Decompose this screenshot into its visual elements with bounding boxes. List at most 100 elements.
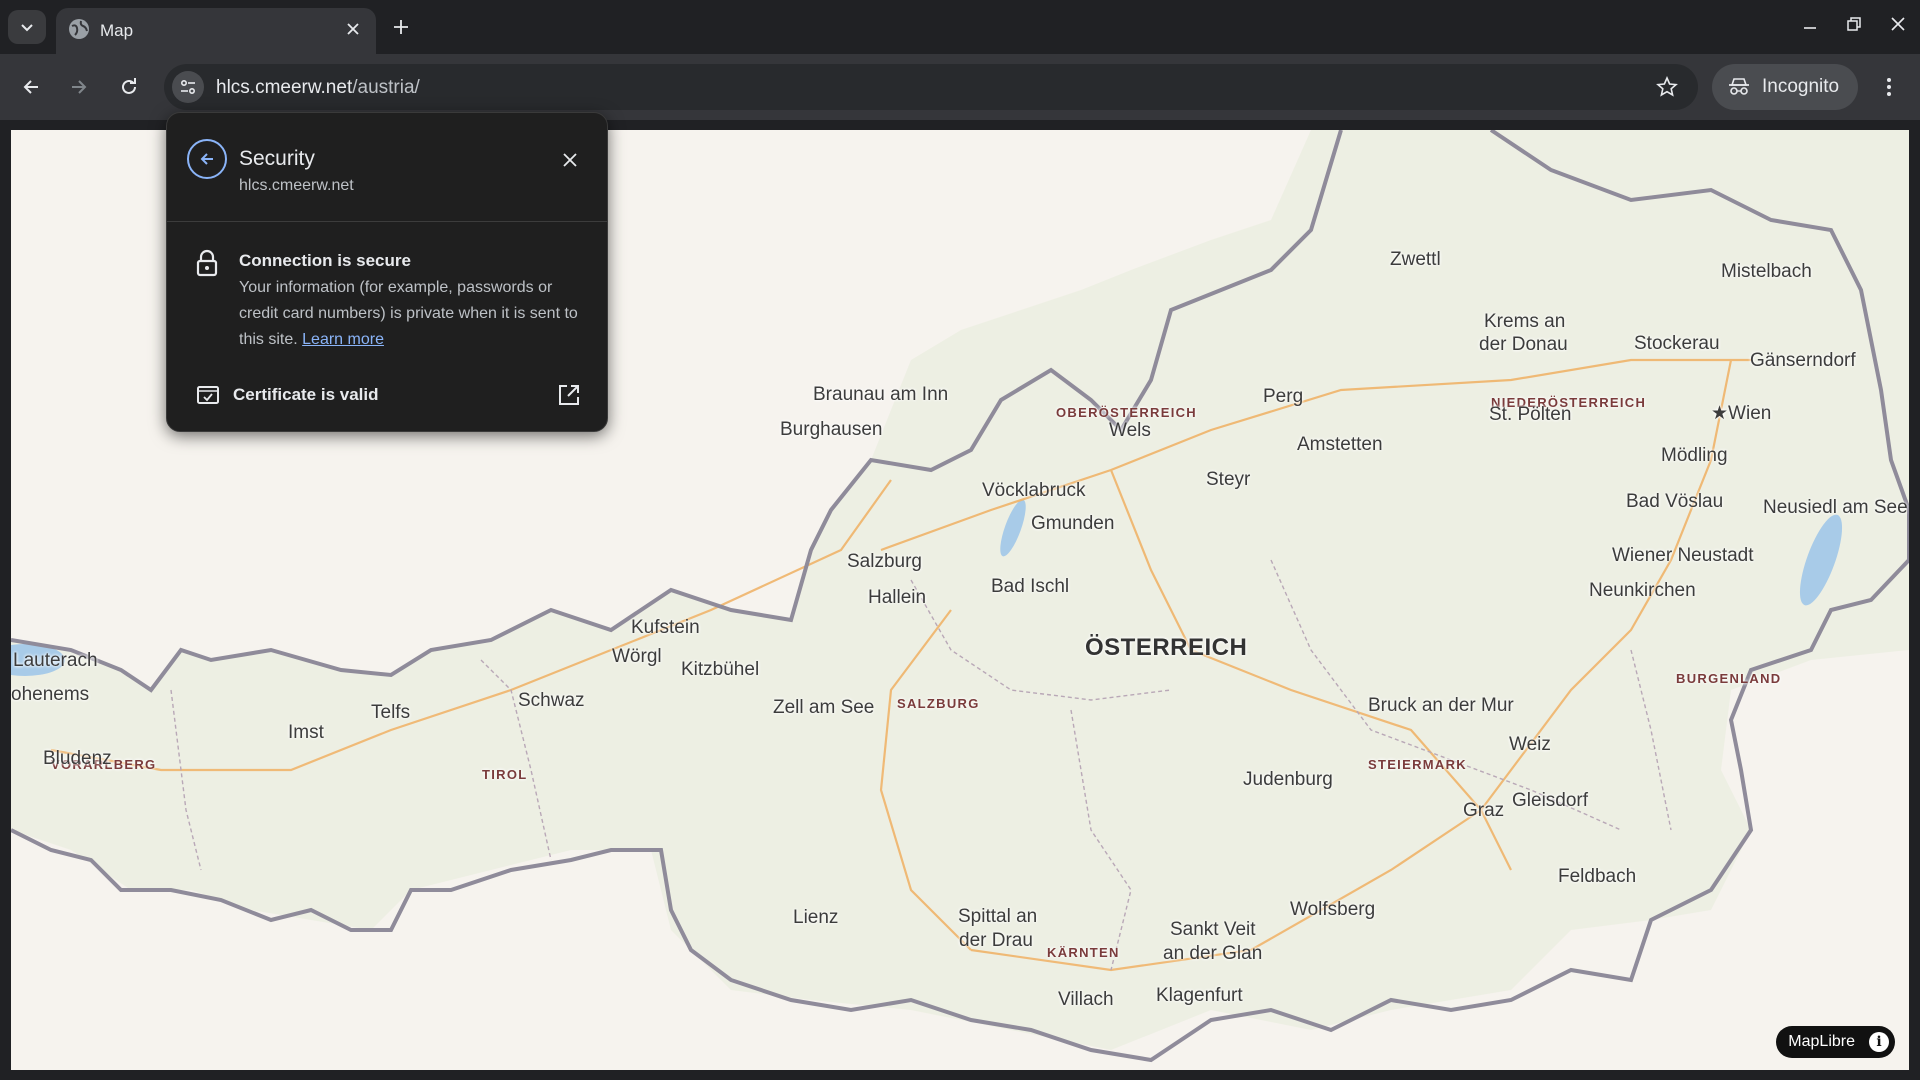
city-label: Mödling	[1661, 445, 1728, 466]
url-host: hlcs.cmeerw.net	[216, 77, 353, 98]
more-vert-icon	[1887, 78, 1891, 96]
security-popup: Security hlcs.cmeerw.net Connection is s…	[166, 112, 608, 432]
city-label: Gänserndorf	[1750, 350, 1856, 371]
popup-title: Security	[239, 147, 315, 170]
city-label: Amstetten	[1297, 434, 1383, 455]
restore-icon	[1847, 17, 1861, 31]
tab-close-button[interactable]	[340, 16, 366, 42]
info-icon[interactable]: i	[1869, 1032, 1889, 1052]
region-label: OBERÖSTERREICH	[1056, 405, 1197, 420]
city-label: an der Glan	[1163, 943, 1263, 964]
reload-icon	[122, 78, 136, 94]
incognito-label: Incognito	[1762, 76, 1840, 97]
chevron-down-icon	[21, 24, 33, 32]
close-icon	[563, 153, 577, 167]
learn-more-link[interactable]: Learn more	[302, 331, 384, 348]
region-label: SALZBURG	[897, 696, 980, 711]
city-label: Gmunden	[1031, 513, 1115, 534]
attribution-label: MapLibre	[1788, 1033, 1855, 1050]
map-attribution[interactable]: MapLibre i	[1776, 1026, 1895, 1058]
city-label: Spittal an	[958, 906, 1038, 927]
region-label: TIROL	[482, 767, 528, 782]
open-in-new-icon[interactable]	[557, 383, 581, 407]
city-label: Sankt Veit	[1170, 919, 1256, 940]
city-label: Salzburg	[847, 551, 922, 572]
bookmark-button[interactable]	[1654, 74, 1680, 100]
tab-map[interactable]: Map	[56, 8, 376, 54]
tune-icon	[180, 79, 196, 95]
address-bar[interactable]: hlcs.cmeerw.net/austria/	[164, 64, 1698, 110]
city-label: Gleisdorf	[1512, 790, 1589, 811]
incognito-button[interactable]: Incognito	[1712, 64, 1858, 110]
city-label: Bad Ischl	[991, 576, 1070, 597]
close-icon	[1891, 17, 1905, 31]
close-icon	[347, 23, 359, 35]
forward-button[interactable]	[62, 70, 96, 104]
city-label: ohenems	[11, 684, 90, 705]
city-label: Wels	[1109, 420, 1151, 441]
url-text: hlcs.cmeerw.net/austria/	[216, 77, 420, 99]
city-label: Bludenz	[43, 748, 112, 769]
restore-button[interactable]	[1836, 10, 1872, 38]
popup-divider	[167, 221, 607, 222]
close-window-button[interactable]	[1880, 10, 1916, 38]
city-label: Graz	[1463, 800, 1505, 821]
country-label: ÖSTERREICH	[1085, 634, 1248, 661]
city-label: Villach	[1058, 989, 1114, 1010]
city-label: Imst	[288, 722, 324, 743]
toolbar: hlcs.cmeerw.net/austria/ Incognito	[0, 54, 1920, 120]
back-button[interactable]	[14, 70, 48, 104]
region-label: STEIERMARK	[1368, 757, 1467, 772]
certificate-button[interactable]: Certificate is valid	[233, 385, 379, 405]
arrow-left-icon	[200, 153, 213, 165]
incognito-icon	[1729, 78, 1749, 95]
city-label: Vöcklabruck	[982, 480, 1086, 501]
reload-button[interactable]	[112, 70, 146, 104]
city-label: der Donau	[1479, 334, 1568, 355]
city-label: Hallein	[868, 587, 927, 608]
city-label: Kitzbühel	[681, 659, 760, 680]
popup-back-button[interactable]	[187, 139, 227, 179]
city-label: Lienz	[793, 907, 839, 928]
city-label: Klagenfurt	[1156, 985, 1243, 1006]
city-label: Feldbach	[1558, 866, 1637, 887]
city-label: Weiz	[1509, 734, 1551, 755]
city-label: Mistelbach	[1721, 261, 1812, 282]
city-label: Krems an	[1484, 311, 1566, 332]
city-label: Braunau am Inn	[813, 384, 949, 405]
tab-search-button[interactable]	[8, 10, 46, 44]
city-label: Perg	[1263, 386, 1304, 407]
minimize-button[interactable]	[1792, 10, 1828, 38]
site-info-button[interactable]	[172, 71, 204, 103]
city-label: Wolfsberg	[1290, 899, 1376, 920]
star-icon	[1656, 76, 1678, 97]
globe-icon	[69, 19, 89, 39]
city-label: Bruck an der Mur	[1368, 695, 1514, 716]
city-label: Lauterach	[13, 650, 98, 671]
region-label: KÄRNTEN	[1047, 945, 1120, 960]
connection-heading: Connection is secure	[239, 251, 411, 270]
city-label: Neunkirchen	[1589, 580, 1696, 601]
new-tab-button[interactable]	[386, 12, 416, 42]
arrow-left-icon	[23, 80, 38, 94]
lock-icon	[196, 249, 218, 277]
popup-close-button[interactable]	[559, 149, 581, 171]
minimize-icon	[1804, 27, 1816, 29]
city-label: Wiener Neustadt	[1612, 545, 1754, 566]
city-label: Zwettl	[1390, 249, 1441, 270]
plus-icon	[394, 20, 408, 34]
tab-strip: Map	[0, 0, 1920, 54]
city-label: Stockerau	[1634, 333, 1720, 354]
city-label: der Drau	[959, 930, 1033, 951]
tab-title: Map	[100, 21, 134, 40]
city-label: Zell am See	[773, 697, 875, 718]
connection-description: Your information (for example, passwords…	[239, 275, 589, 353]
region-label: BURGENLAND	[1676, 671, 1782, 686]
browser-menu-button[interactable]	[1874, 72, 1904, 102]
city-label: Kufstein	[631, 617, 700, 638]
city-label: Telfs	[371, 702, 411, 723]
city-label: Burghausen	[780, 419, 883, 440]
popup-domain: hlcs.cmeerw.net	[239, 177, 354, 194]
certificate-icon	[197, 386, 219, 404]
city-label: Steyr	[1206, 469, 1251, 490]
